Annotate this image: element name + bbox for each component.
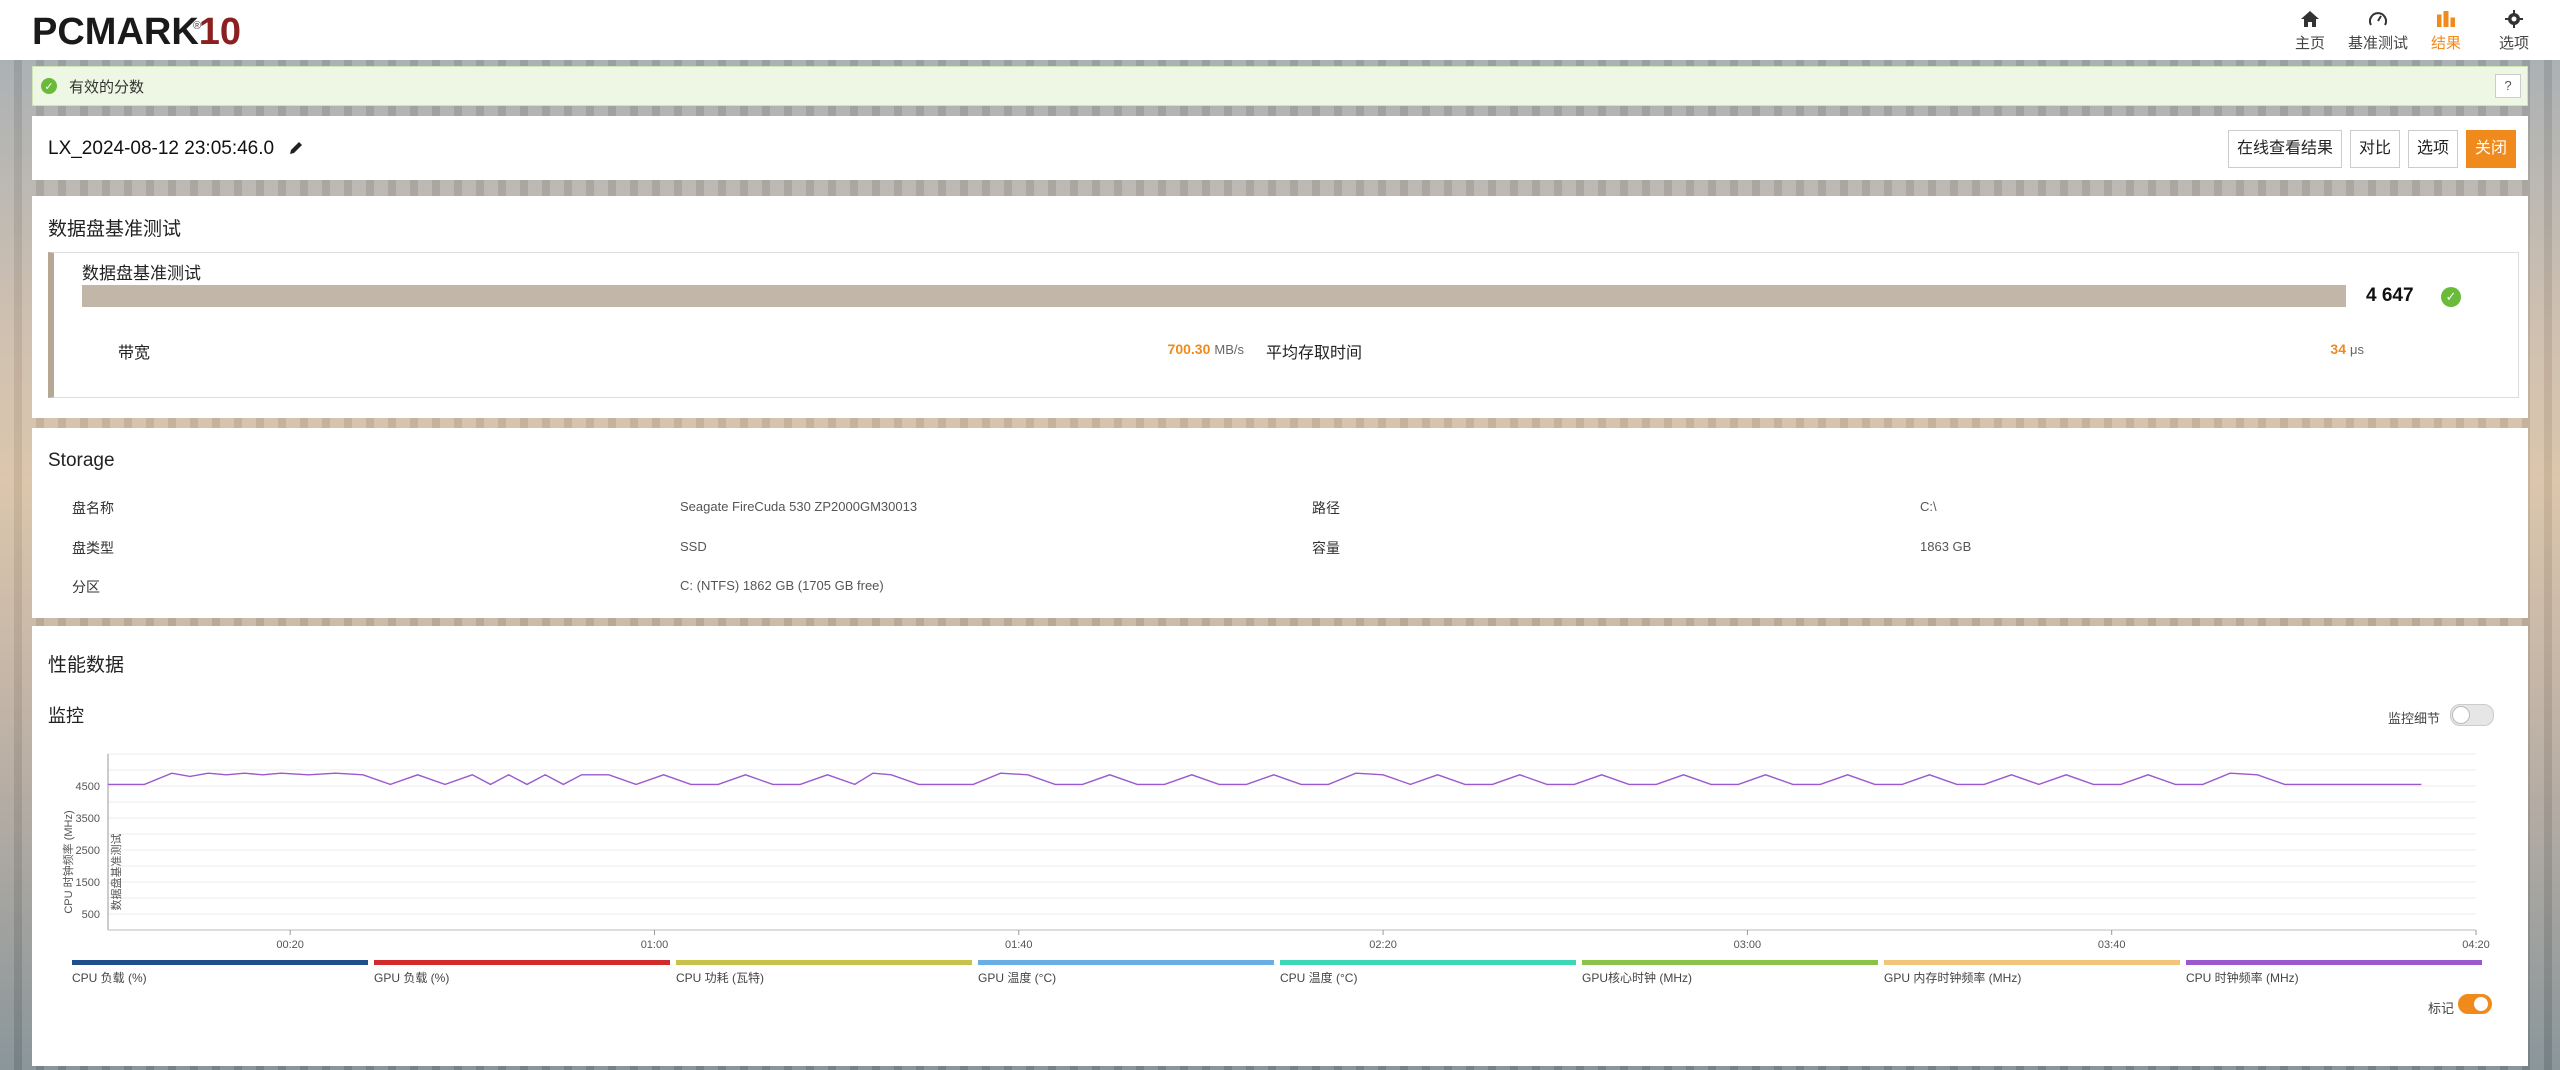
legend-label: GPU核心时钟 (MHz)	[1582, 971, 1692, 985]
marker-label: 标记	[2428, 1001, 2455, 1016]
legend-item[interactable]: CPU 负载 (%)	[72, 960, 368, 986]
access-time-label: 平均存取时间	[1266, 345, 1363, 362]
legend-item[interactable]: GPU 内存时钟频率 (MHz)	[1884, 960, 2180, 986]
legend-item[interactable]: GPU核心时钟 (MHz)	[1582, 960, 1878, 986]
monitor-detail-toggle[interactable]	[2450, 704, 2494, 726]
legend-label: GPU 负载 (%)	[374, 971, 450, 985]
bandwidth-value: 700.30 MB/s	[1167, 341, 1244, 357]
drive-name-value: Seagate FireCuda 530 ZP2000GM30013	[680, 499, 918, 514]
legend-label: GPU 内存时钟频率 (MHz)	[1884, 971, 2022, 985]
performance-title: 性能数据	[48, 655, 125, 676]
legend-label: CPU 时钟频率 (MHz)	[2186, 971, 2299, 985]
marker-toggle[interactable]	[2458, 994, 2492, 1014]
options-button[interactable]: 选项	[2407, 130, 2458, 168]
capacity-value: 1863 GB	[1920, 539, 1972, 554]
nav-options[interactable]: 选项	[2480, 6, 2548, 53]
compare-button[interactable]: 对比	[2349, 130, 2400, 168]
nav-benchmarks-label: 基准测试	[2347, 35, 2408, 52]
path-value: C:\	[1920, 499, 1937, 514]
legend-color-bar	[1280, 960, 1576, 965]
banner-text: 有效的分数	[69, 78, 145, 96]
bar-chart-icon	[2437, 11, 2455, 27]
legend-item[interactable]: GPU 温度 (°C)	[978, 960, 1274, 986]
app-logo: PCMARK10 ®	[32, 11, 242, 53]
partition-value: C: (NTFS) 1862 GB (1705 GB free)	[680, 578, 884, 593]
legend-color-bar	[1884, 960, 2180, 965]
drive-type-label: 盘类型	[72, 540, 114, 556]
result-header: LX_2024-08-12 23:05:46.0 在线查看结果 对比 选项 关闭	[32, 116, 2528, 180]
partition-label: 分区	[72, 579, 100, 595]
legend-color-bar	[978, 960, 1274, 965]
legend-label: CPU 功耗 (瓦特)	[676, 971, 764, 985]
legend-label: GPU 温度 (°C)	[978, 971, 1057, 985]
legend-color-bar	[374, 960, 670, 965]
nav-home-label: 主页	[2294, 35, 2325, 52]
legend-item[interactable]: GPU 负载 (%)	[374, 960, 670, 986]
home-icon	[2301, 11, 2319, 27]
drive-name-label: 盘名称	[72, 500, 114, 516]
legend-color-bar	[2186, 960, 2482, 965]
monitor-title: 监控	[48, 706, 84, 726]
legend-color-bar	[676, 960, 972, 965]
nav-results[interactable]: 结果	[2412, 6, 2480, 53]
legend-item[interactable]: CPU 时钟频率 (MHz)	[2186, 960, 2482, 986]
main-nav: 主页 基准测试 结果 选项	[2276, 6, 2548, 53]
score-bar	[82, 285, 2346, 307]
check-circle-icon: ✓	[2441, 287, 2461, 307]
pencil-icon[interactable]	[288, 140, 304, 156]
benchmark-panel: 数据盘基准测试 数据盘基准测试 4 647 ✓ 带宽 700.30 MB/s 平均…	[32, 196, 2528, 418]
score-card: 数据盘基准测试 4 647 ✓ 带宽 700.30 MB/s 平均存取时间 34 μ…	[48, 252, 2519, 398]
check-circle-icon: ✓	[41, 78, 57, 94]
legend-color-bar	[72, 960, 368, 965]
legend-label: CPU 温度 (°C)	[1280, 971, 1358, 985]
view-online-button[interactable]: 在线查看结果	[2227, 130, 2342, 168]
nav-home[interactable]: 主页	[2276, 6, 2344, 53]
benchmark-name: 数据盘基准测试	[82, 264, 201, 283]
nav-benchmarks[interactable]: 基准测试	[2344, 6, 2412, 53]
monitor-detail-label: 监控细节	[2388, 711, 2441, 726]
legend-item[interactable]: CPU 温度 (°C)	[1280, 960, 1576, 986]
gear-icon	[2505, 10, 2523, 28]
path-label: 路径	[1312, 500, 1340, 516]
nav-options-label: 选项	[2498, 35, 2529, 52]
capacity-label: 容量	[1312, 540, 1340, 556]
access-time-value: 34 μs	[2330, 341, 2364, 357]
score-value: 4 647	[2366, 285, 2414, 306]
legend-color-bar	[1582, 960, 1878, 965]
top-bar: PCMARK10 ® 主页 基准测试 结果 选项	[0, 0, 2560, 60]
result-title: LX_2024-08-12 23:05:46.0	[48, 138, 275, 159]
valid-score-banner: ✓ 有效的分数 ?	[32, 66, 2528, 106]
storage-title: Storage	[48, 450, 115, 471]
performance-panel: 性能数据 监控 监控细节 标记	[32, 626, 2528, 1066]
nav-results-label: 结果	[2430, 35, 2461, 52]
help-button[interactable]: ?	[2495, 74, 2521, 98]
legend-item[interactable]: CPU 功耗 (瓦特)	[676, 960, 972, 986]
legend-label: CPU 负载 (%)	[72, 971, 147, 985]
bandwidth-label: 带宽	[118, 345, 151, 362]
drive-type-value: SSD	[680, 539, 707, 554]
storage-panel: Storage 盘名称 Seagate FireCuda 530 ZP2000G…	[32, 428, 2528, 618]
gauge-icon	[2369, 12, 2387, 26]
benchmark-section-title: 数据盘基准测试	[48, 219, 182, 240]
close-button[interactable]: 关闭	[2465, 130, 2516, 168]
